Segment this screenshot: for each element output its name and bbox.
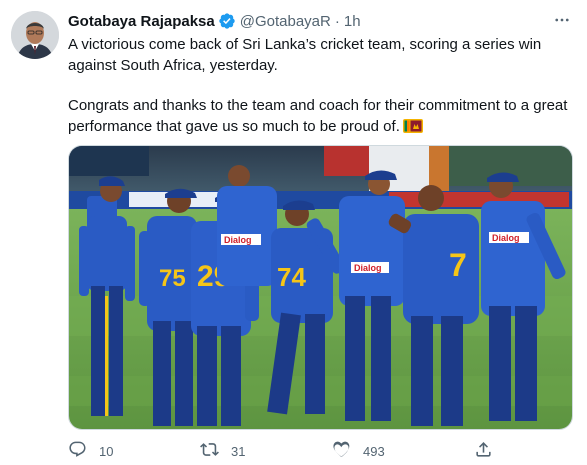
jersey-number: 74	[277, 262, 306, 292]
jersey-number: 7	[449, 247, 467, 283]
share-button[interactable]	[474, 440, 493, 462]
tweet-header: Gotabaya Rajapaksa @GotabayaR · 1h	[68, 10, 361, 32]
tweet-paragraph-1: A victorious come back of Sri Lanka’s cr…	[68, 36, 542, 74]
reply-button[interactable]: 10	[68, 440, 113, 462]
jersey-sponsor: Dialog	[354, 263, 382, 273]
author-handle[interactable]: @GotabayaR	[240, 13, 331, 30]
tweet-text: A victorious come back of Sri Lanka’s cr…	[68, 35, 578, 139]
tweet-paragraph-2-text: Congrats and thanks to the team and coac…	[68, 97, 568, 135]
more-icon[interactable]	[550, 10, 574, 30]
verified-badge-icon	[218, 12, 236, 30]
retweet-icon	[200, 440, 219, 462]
like-button[interactable]: 493	[332, 440, 385, 462]
tweet[interactable]: Gotabaya Rajapaksa @GotabayaR · 1h A vic…	[0, 0, 587, 465]
author-display-name[interactable]: Gotabaya Rajapaksa	[68, 13, 215, 30]
tweet-paragraph-2: Congrats and thanks to the team and coac…	[68, 96, 578, 139]
jersey-number: 75	[159, 265, 186, 292]
jersey-sponsor: Dialog	[492, 233, 520, 243]
retweet-count: 31	[231, 443, 246, 459]
like-icon	[332, 440, 351, 462]
jersey-sponsor: Dialog	[224, 235, 252, 245]
like-count: 493	[363, 443, 385, 459]
tweet-timestamp[interactable]: 1h	[344, 13, 361, 30]
avatar[interactable]	[11, 11, 59, 59]
retweet-button[interactable]: 31	[200, 440, 245, 462]
sri-lanka-flag-icon	[402, 118, 423, 140]
reply-icon	[68, 440, 87, 462]
tweet-actions: 10 31 493	[68, 440, 573, 462]
share-icon	[474, 440, 493, 462]
reply-count: 10	[99, 443, 114, 459]
tweet-media-photo[interactable]: 75 29 Dialog 74 Dialog 7 Dialog	[68, 145, 573, 430]
header-separator: ·	[334, 12, 340, 30]
